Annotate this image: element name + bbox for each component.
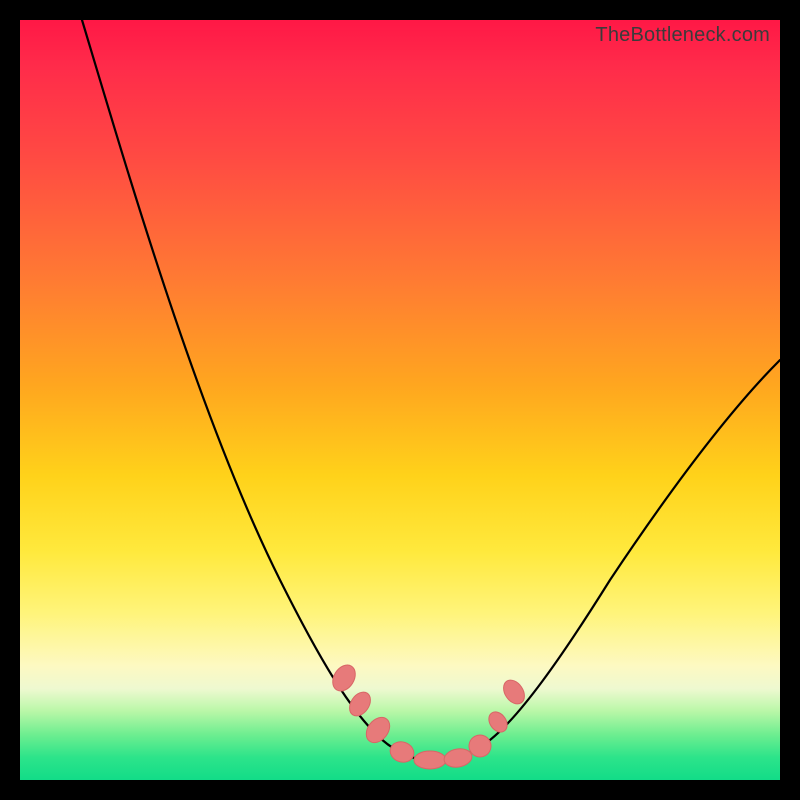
marker-pill xyxy=(362,713,395,747)
curve-left-branch xyxy=(82,20,440,762)
marker-pill xyxy=(328,661,360,695)
marker-pill xyxy=(485,708,511,735)
marker-pill xyxy=(414,751,446,769)
marker-pill xyxy=(387,739,416,765)
curve-right-branch xyxy=(420,360,780,762)
marker-group xyxy=(328,661,529,769)
marker-pill xyxy=(443,747,474,770)
curve-layer xyxy=(20,20,780,780)
chart-frame: TheBottleneck.com xyxy=(20,20,780,780)
marker-pill xyxy=(345,688,374,720)
